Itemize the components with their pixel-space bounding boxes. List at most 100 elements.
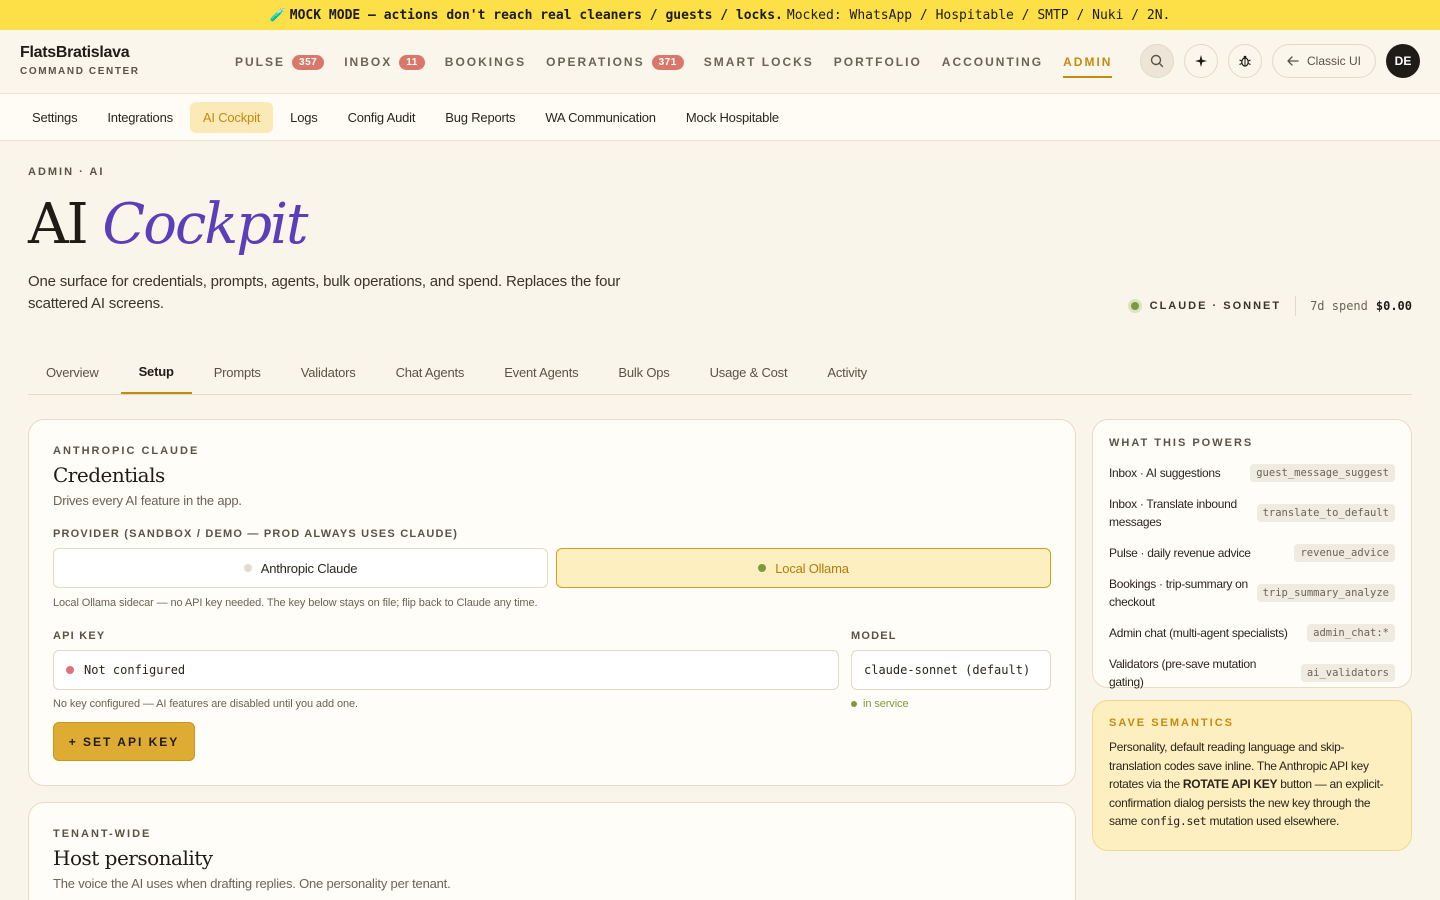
feature-code: ai_validators [1300,664,1395,682]
feature-code: trip_summary_analyze [1256,584,1395,602]
arrow-left-icon [1287,56,1299,66]
cockpit-tabs: Overview Setup Prompts Validators Chat A… [28,350,1412,395]
subnav-logs[interactable]: Logs [277,102,330,133]
feature-code: translate_to_default [1256,504,1395,522]
model-label: CLAUDE · SONNET [1149,300,1282,312]
status-dot-icon [851,701,857,708]
api-key-field[interactable]: Not configured [53,650,839,690]
api-key-value: Not configured [84,663,186,677]
classic-ui-label: Classic UI [1306,54,1361,68]
credentials-eyebrow: ANTHROPIC CLAUDE [53,445,200,457]
brand[interactable]: FlatsBratislava COMMAND CENTER [20,44,140,77]
set-api-key-button[interactable]: + SET API KEY [53,722,195,761]
nav-item-accounting[interactable]: ACCOUNTING [942,48,1043,76]
tab-prompts[interactable]: Prompts [196,350,279,394]
provider-toggle: Anthropic Claude Local Ollama [53,548,1051,588]
count-badge: 371 [651,54,684,70]
subnav-settings[interactable]: Settings [19,102,90,133]
tab-bulk-ops[interactable]: Bulk Ops [600,350,687,394]
nav-label: PULSE [235,55,286,69]
list-item: Pulse · daily revenue advice revenue_adv… [1109,539,1395,567]
list-item: Inbox · Translate inbound messages trans… [1109,495,1395,531]
list-item: Bookings · trip-summary on checkout trip… [1109,575,1395,611]
search-button[interactable] [1139,44,1174,78]
nav-item-smart-locks[interactable]: SMART LOCKS [704,48,814,76]
brand-subtitle: COMMAND CENTER [20,66,140,77]
api-key-label: API KEY [53,630,106,642]
provider-ollama-button[interactable]: Local Ollama [556,548,1051,588]
what-this-powers-card: WHAT THIS POWERS Inbox · AI suggestions … [1092,419,1412,691]
save-bold: ROTATE API KEY [1182,777,1278,791]
host-eyebrow: TENANT-WIDE [53,828,152,840]
tab-validators[interactable]: Validators [283,350,374,394]
provider-claude-button[interactable]: Anthropic Claude [53,548,548,588]
tab-event-agents[interactable]: Event Agents [486,350,596,394]
admin-subnav: Settings Integrations AI Cockpit Logs Co… [0,94,1440,141]
subnav-config-audit[interactable]: Config Audit [335,102,429,133]
host-personality-card: TENANT-WIDE Host personality The voice t… [28,802,1076,900]
provider-claude-label: Anthropic Claude [260,560,358,576]
bug-report-button[interactable] [1227,44,1262,78]
ai-sparkle-button[interactable] [1183,44,1218,78]
model-field[interactable]: claude-sonnet (default) [851,650,1051,690]
save-text: mutation used elsewhere. [1206,814,1340,828]
main-nav: PULSE 357 INBOX 11 BOOKINGS OPERATIONS 3… [235,30,1113,94]
subnav-mock-hospitable[interactable]: Mock Hospitable [673,102,792,133]
feature-code: revenue_advice [1294,544,1395,562]
nav-item-bookings[interactable]: BOOKINGS [445,48,526,76]
powers-title: WHAT THIS POWERS [1109,437,1254,449]
powers-list: Inbox · AI suggestions guest_message_sug… [1109,459,1395,691]
feature-label: Inbox · AI suggestions [1109,466,1221,480]
save-semantics-card: SAVE SEMANTICS Personality, default read… [1092,700,1412,851]
subnav-wa-communication[interactable]: WA Communication [532,102,668,133]
radio-dot-icon [758,564,767,572]
feature-label: Validators (pre-save mutation gating) [1109,657,1257,689]
save-code: config.set [1140,814,1207,828]
error-dot-icon [66,666,74,674]
feature-label: Pulse · daily revenue advice [1109,546,1251,560]
bug-icon [1239,55,1251,67]
nav-item-pulse[interactable]: PULSE 357 [235,48,325,76]
model-value: claude-sonnet (default) [864,663,1031,677]
host-title: Host personality [53,846,213,870]
spend-value: $0.00 [1375,299,1412,313]
nav-item-admin[interactable]: ADMIN [1063,48,1113,78]
model-status: CLAUDE · SONNET 7d spend $0.00 [1127,296,1412,316]
api-key-hint: No key configured — AI features are disa… [53,698,358,710]
nav-label: ADMIN [1063,55,1113,69]
top-nav: FlatsBratislava COMMAND CENTER PULSE 357… [0,30,1440,94]
credentials-card: ANTHROPIC CLAUDE Credentials Drives ever… [28,419,1076,786]
list-item: Validators (pre-save mutation gating) ai… [1109,655,1395,691]
search-icon [1150,54,1164,68]
model-field-label: MODEL [851,630,897,642]
sparkle-icon [1194,55,1207,67]
mock-mode-banner: 🧪 MOCK MODE — actions don't reach real c… [0,0,1440,30]
subnav-bug-reports[interactable]: Bug Reports [432,102,528,133]
subnav-ai-cockpit[interactable]: AI Cockpit [189,101,274,133]
user-avatar[interactable]: DE [1386,44,1420,78]
classic-ui-button[interactable]: Classic UI [1271,44,1376,78]
nav-label: INBOX [344,55,393,69]
tab-setup[interactable]: Setup [120,350,192,394]
save-title: SAVE SEMANTICS [1109,717,1234,729]
page-title-plain: AI [28,192,89,257]
tab-usage-cost[interactable]: Usage & Cost [692,350,806,394]
list-item: Inbox · AI suggestions guest_message_sug… [1109,459,1395,487]
nav-item-inbox[interactable]: INBOX 11 [344,48,425,76]
divider [1295,296,1297,316]
count-badge: 357 [292,54,325,70]
tab-chat-agents[interactable]: Chat Agents [378,350,483,394]
banner-bold-text: MOCK MODE — actions don't reach real cle… [289,7,783,23]
credentials-description: Drives every AI feature in the app. [53,493,242,508]
feature-code: guest_message_suggest [1250,464,1395,482]
tab-overview[interactable]: Overview [28,350,117,394]
feature-label: Inbox · Translate inbound messages [1109,497,1237,529]
subnav-integrations[interactable]: Integrations [94,102,186,133]
page-description: One surface for credentials, prompts, ag… [28,273,621,312]
nav-item-operations[interactable]: OPERATIONS 371 [546,48,684,76]
tab-activity[interactable]: Activity [809,350,885,394]
nav-item-portfolio[interactable]: PORTFOLIO [834,48,922,76]
model-status-text: in service [863,698,909,710]
breadcrumb: ADMIN · AI [28,166,105,178]
nav-label: OPERATIONS [546,55,645,69]
